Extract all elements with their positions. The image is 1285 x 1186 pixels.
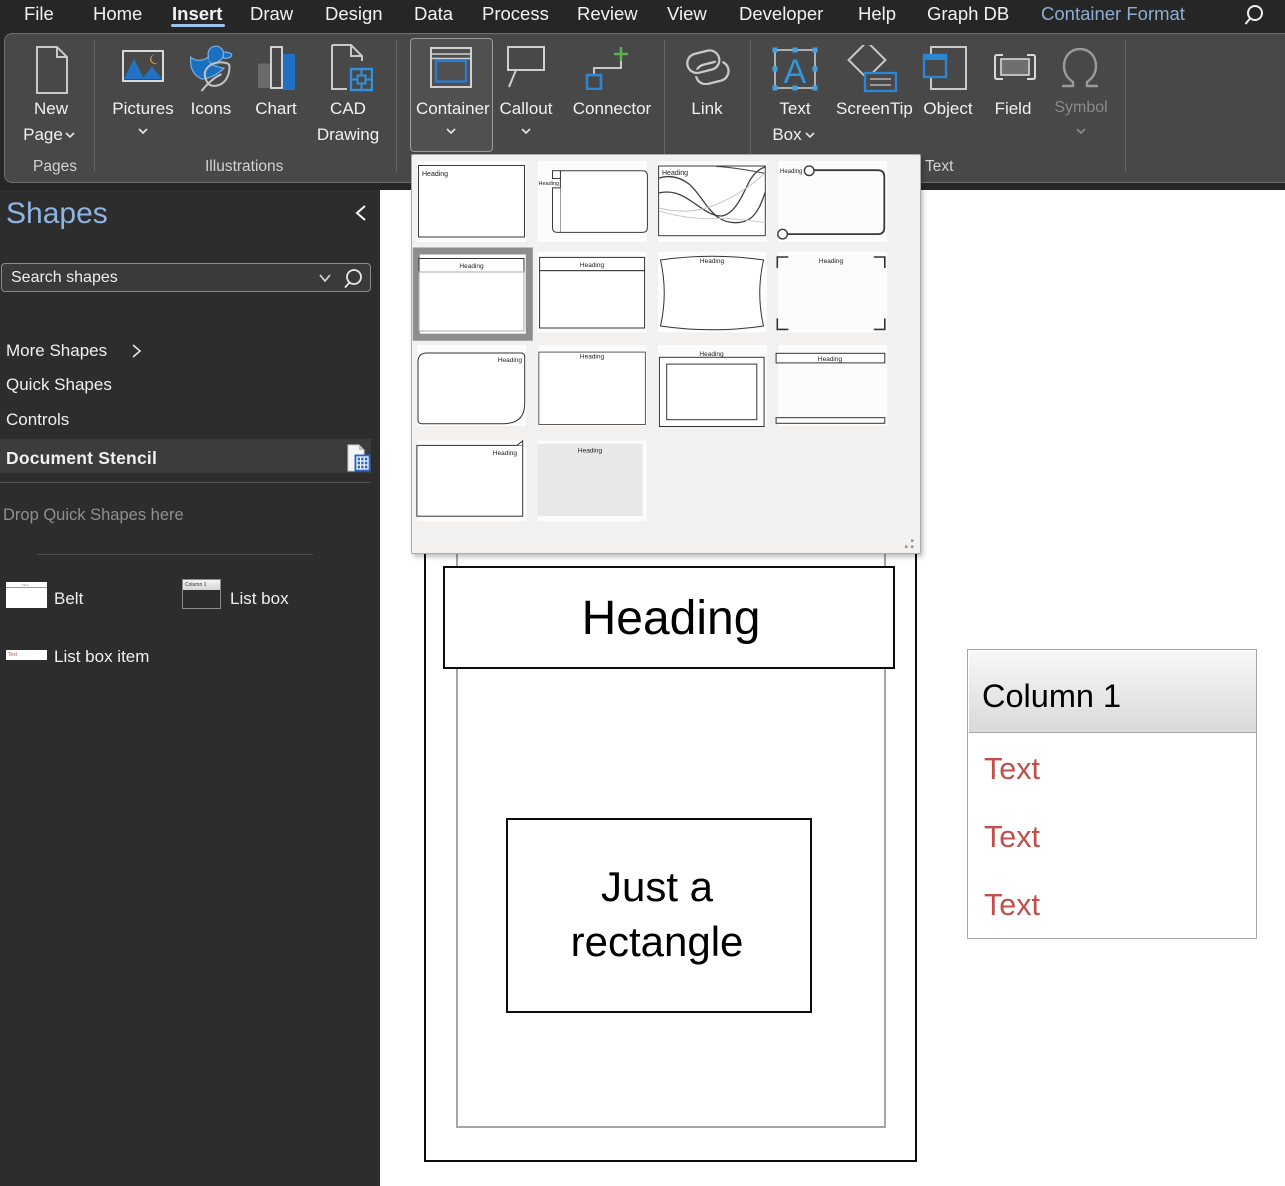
svg-text:Heading: Heading <box>580 354 605 361</box>
svg-text:Heading: Heading <box>493 450 518 457</box>
svg-text:Heading: Heading <box>580 262 605 269</box>
svg-text:Heading: Heading <box>422 171 448 178</box>
svg-text:Heading: Heading <box>459 263 484 270</box>
svg-text:Heading: Heading <box>578 448 603 455</box>
svg-text:A: A <box>784 53 807 91</box>
svg-text:Heading: Heading <box>662 170 688 177</box>
svg-text:Heading: Heading <box>699 351 724 358</box>
svg-text:Heading: Heading <box>700 258 725 265</box>
svg-text:Heading: Heading <box>819 258 844 265</box>
svg-text:Heading: Heading <box>818 356 843 363</box>
svg-text:Heading: Heading <box>539 181 560 187</box>
svg-text:Heading: Heading <box>498 357 523 364</box>
svg-text:Heading: Heading <box>780 169 802 175</box>
